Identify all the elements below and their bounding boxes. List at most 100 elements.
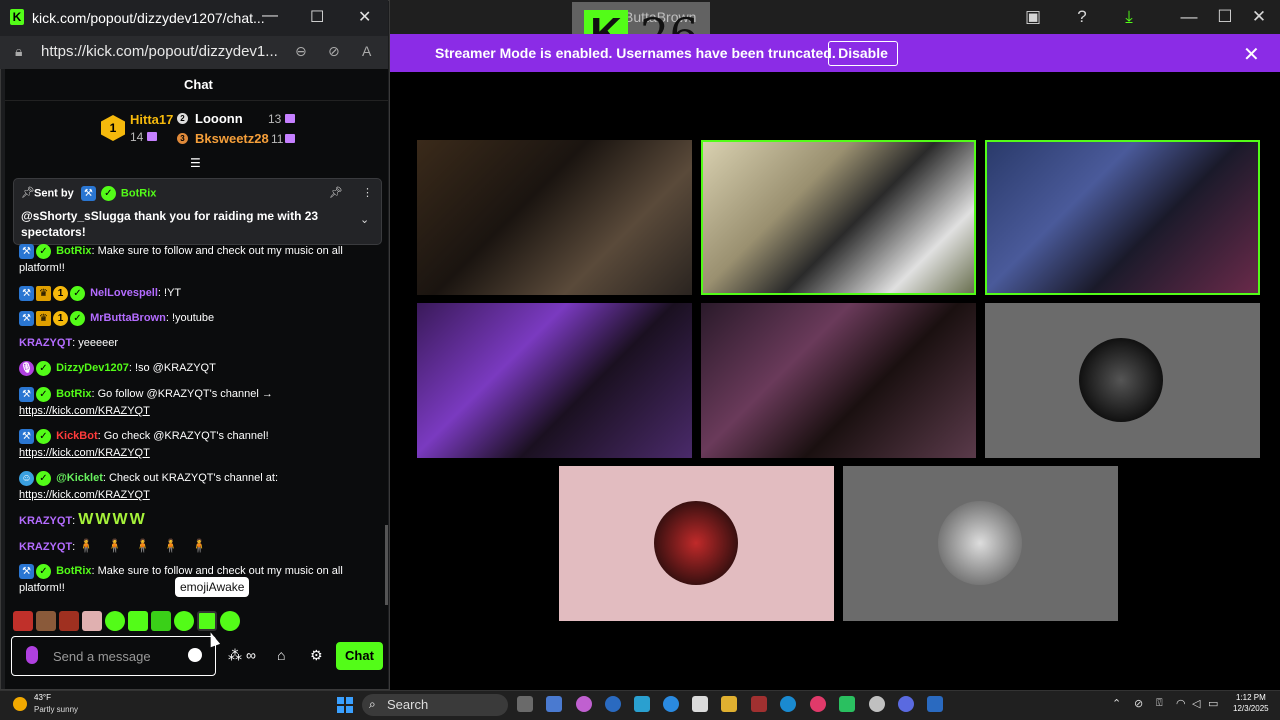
weather-desc[interactable]: Partly sunny (34, 705, 78, 714)
message-user[interactable]: KickBot (56, 430, 98, 442)
app-close-button[interactable]: ✕ (1248, 6, 1270, 28)
windows-start-icon[interactable] (337, 697, 353, 713)
emote[interactable] (128, 611, 148, 631)
weather-temp[interactable]: 43°F (34, 693, 51, 702)
avatar (654, 501, 738, 585)
microphone-icon[interactable] (26, 646, 38, 664)
zoom-app-icon[interactable] (663, 696, 679, 712)
video-tile-5[interactable] (701, 303, 976, 458)
video-tile-6[interactable] (985, 303, 1260, 458)
emote[interactable] (82, 611, 102, 631)
clock-time[interactable]: 1:12 PM (1236, 693, 1266, 702)
chat-message: KRAZYQT: WWWW (19, 511, 364, 530)
verified-badge-icon: ✓ (36, 470, 51, 486)
emote[interactable] (36, 611, 56, 631)
app-icon[interactable] (927, 696, 943, 712)
battery-icon[interactable]: ▭ (1208, 697, 1218, 710)
emote-awake[interactable] (197, 611, 217, 631)
infinity-icon[interactable]: ∞ (246, 647, 256, 663)
channel-link[interactable]: https://kick.com/KRAZYQT (19, 447, 150, 459)
tray-icon[interactable]: ⊘ (1134, 697, 1143, 710)
unpin-icon[interactable]: 📌︎ (329, 186, 343, 199)
emote[interactable] (59, 611, 79, 631)
maps-icon[interactable] (810, 696, 826, 712)
message-user[interactable]: NelLovespell (90, 287, 158, 299)
verified-badge-icon: ✓ (100, 186, 116, 201)
emote[interactable] (151, 611, 171, 631)
message-user[interactable]: MrButtaBrown (90, 312, 166, 324)
video-tile-7[interactable] (559, 466, 834, 621)
app-titlebar (390, 0, 1280, 34)
task-view-icon[interactable] (517, 696, 533, 712)
send-chat-button[interactable]: Chat (336, 642, 383, 670)
settings-app-icon[interactable] (869, 696, 885, 712)
emote[interactable] (13, 611, 33, 631)
app-icon[interactable] (546, 696, 562, 712)
weather-icon[interactable] (13, 697, 27, 711)
tracking-icon[interactable]: ⊘ (328, 43, 340, 60)
download-icon[interactable]: ⤓ (1118, 6, 1140, 28)
popout-minimize-button[interactable]: — (262, 7, 278, 25)
pinned-sender[interactable]: BotRix (121, 187, 156, 199)
volume-icon[interactable]: ◁ (1192, 697, 1200, 710)
emoji-icon[interactable] (188, 648, 202, 662)
settings-gear-icon[interactable]: ⚙ (310, 647, 323, 664)
emote[interactable] (105, 611, 125, 631)
message-user[interactable]: BotRix (56, 565, 91, 577)
wifi-icon[interactable]: ◠ (1176, 697, 1186, 710)
copilot-icon[interactable] (576, 696, 592, 712)
leader-name[interactable]: Hitta17 (130, 112, 173, 127)
store-app-icon[interactable] (692, 696, 708, 712)
chat-message: ⚒ ✓ BotRix: Go follow @KRAZYQT's channel … (19, 386, 364, 420)
app-maximize-button[interactable]: ☐ (1214, 6, 1236, 28)
file-explorer-icon[interactable] (721, 696, 737, 712)
message-input[interactable] (53, 647, 183, 665)
message-text: : !YT (157, 287, 182, 299)
clock-date[interactable]: 12/3/2025 (1233, 704, 1269, 713)
camera-record-icon[interactable]: ▣ (1022, 6, 1044, 28)
popout-close-button[interactable]: ✕ (358, 7, 371, 27)
video-tile-3[interactable] (985, 140, 1260, 295)
message-user[interactable]: KRAZYQT (19, 337, 72, 349)
leader-name[interactable]: Looonn (195, 111, 243, 126)
popout-maximize-button[interactable]: ☐ (310, 7, 324, 27)
help-icon[interactable]: ? (1071, 6, 1093, 28)
video-tile-1[interactable] (417, 140, 692, 295)
video-tile-8[interactable] (843, 466, 1118, 621)
banner-close-icon[interactable]: ✕ (1243, 42, 1260, 67)
app-minimize-button[interactable]: — (1178, 6, 1200, 28)
collapse-icon[interactable]: ☰ (190, 156, 201, 170)
taskbar-search[interactable] (362, 694, 508, 716)
read-aloud-icon[interactable]: A (362, 43, 371, 59)
discord-icon[interactable] (898, 696, 914, 712)
video-tile-2[interactable] (701, 140, 976, 295)
hp-icon[interactable] (605, 696, 621, 712)
app-icon[interactable] (839, 696, 855, 712)
zoom-icon[interactable]: ⊖ (295, 43, 307, 60)
message-user[interactable]: KRAZYQT (19, 541, 72, 553)
leader-name[interactable]: Bksweetz28 (195, 131, 269, 146)
message-user[interactable]: BotRix (56, 245, 91, 257)
app-icon[interactable] (751, 696, 767, 712)
url-text[interactable]: https://kick.com/popout/dizzydev1... (41, 43, 278, 60)
emote[interactable] (220, 611, 240, 631)
store-icon[interactable]: ⌂ (277, 647, 285, 663)
emote[interactable] (174, 611, 194, 631)
app-icon[interactable] (634, 696, 650, 712)
message-user[interactable]: BotRix (56, 388, 91, 400)
channel-link[interactable]: https://kick.com/KRAZYQT (19, 405, 150, 417)
channel-link[interactable]: https://kick.com/KRAZYQT (19, 489, 150, 501)
chat-scrollbar[interactable] (385, 525, 388, 605)
message-user[interactable]: DizzyDev1207 (56, 362, 129, 374)
tray-chevron-icon[interactable]: ⌃ (1112, 697, 1121, 710)
video-tile-4[interactable] (417, 303, 692, 458)
disable-button[interactable]: Disable (828, 41, 898, 66)
message-user[interactable]: @Kicklet (56, 472, 103, 484)
mic-tray-icon[interactable]: ⍔ (1156, 697, 1163, 710)
chevron-down-icon[interactable]: ⌄ (360, 213, 369, 226)
share-icon[interactable]: ⁂ (228, 647, 242, 664)
message-text: : !youtube (165, 312, 215, 324)
message-user[interactable]: KRAZYQT (19, 515, 72, 527)
edge-icon[interactable] (780, 696, 796, 712)
more-options-icon[interactable]: ⋮ (362, 186, 373, 199)
